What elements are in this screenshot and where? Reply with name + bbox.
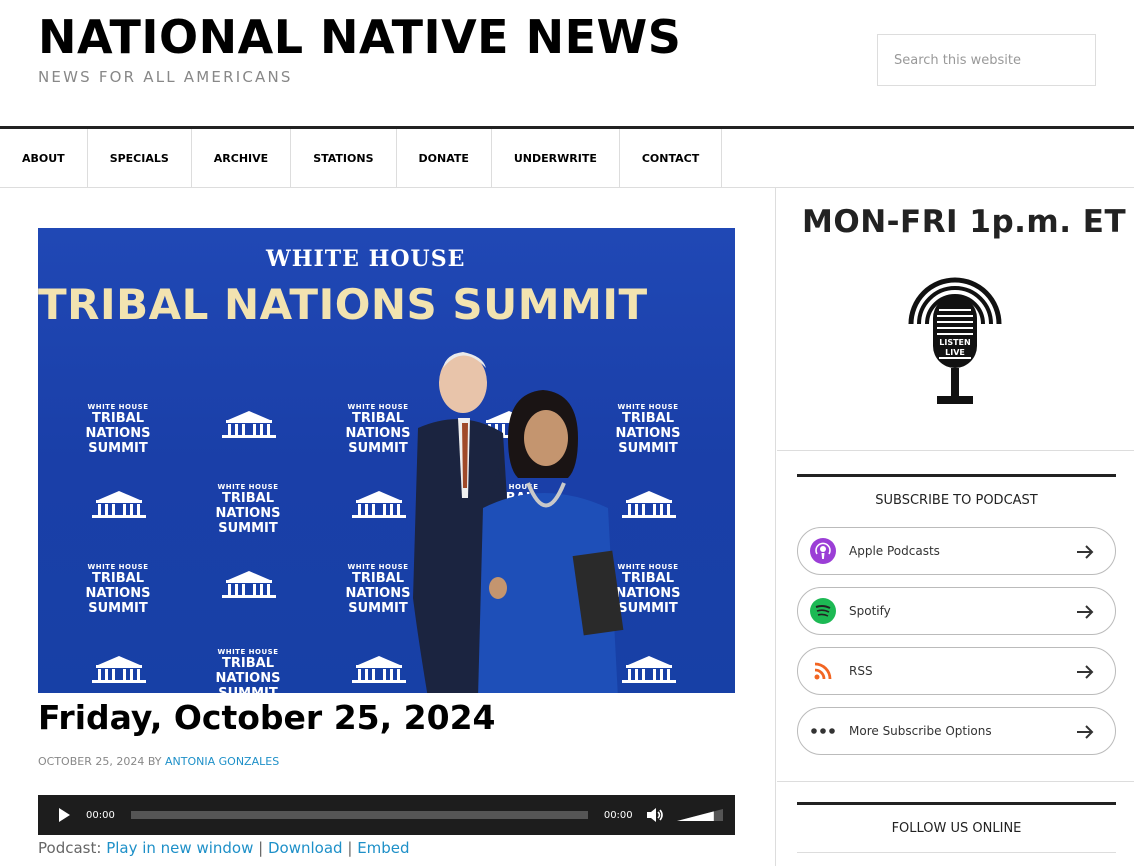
white-house-icon (92, 656, 146, 683)
site-tagline: NEWS FOR ALL AMERICANS (38, 68, 293, 86)
sidebar: MON-FRI 1p.m. ET LISTEN LIVE SUBSCRIBE T… (777, 188, 1134, 866)
volume-slider[interactable] (675, 805, 725, 825)
summit-logo-line2: SUMMIT (88, 441, 148, 456)
arrow-right-icon (1077, 545, 1094, 559)
separator: | (347, 839, 353, 857)
play-button[interactable] (54, 805, 74, 825)
summit-logo-line2: SUMMIT (88, 601, 148, 616)
volume-level (676, 809, 723, 821)
follow-title: FOLLOW US ONLINE (891, 821, 1022, 836)
search-input[interactable] (877, 34, 1096, 86)
nav-item-archive[interactable]: ARCHIVE (192, 129, 292, 187)
nav-item-underwrite[interactable]: UNDERWRITE (492, 129, 620, 187)
follow-widget: FOLLOW US ONLINE (797, 802, 1116, 862)
spotify-icon (810, 598, 836, 624)
summit-logo-line1: TRIBAL NATIONS (215, 656, 281, 686)
primary-nav: ABOUT SPECIALS ARCHIVE STATIONS DONATE U… (0, 126, 1134, 188)
summit-logo-small: WHITE HOUSE (87, 563, 149, 571)
broadcast-schedule: MON-FRI 1p.m. ET (802, 204, 1127, 240)
duration-time: 00:00 (603, 809, 633, 821)
widget-title-bar (797, 474, 1116, 477)
summit-logo: WHITE HOUSETRIBAL NATIONSSUMMIT (198, 648, 298, 693)
person-silhouette (478, 390, 624, 693)
mute-button[interactable] (645, 805, 665, 825)
main-content: WHITE HOUSE TRIBAL NATIONS SUMMIT WHITE … (0, 188, 776, 866)
white-house-icon (92, 491, 146, 518)
subscribe-more-options-button[interactable]: More Subscribe Options (797, 707, 1116, 755)
hero-big-title: TRIBAL NATIONS SUMMIT (38, 280, 648, 329)
white-house-icon (222, 411, 276, 438)
nav-item-donate[interactable]: DONATE (397, 129, 492, 187)
summit-logo-line1: TRIBAL NATIONS (85, 571, 151, 601)
apple-podcasts-icon (810, 538, 836, 564)
mic-label-line1: LISTEN (939, 338, 970, 347)
audio-player: 00:00 00:00 (38, 795, 735, 835)
summit-logo: WHITE HOUSETRIBAL NATIONSSUMMIT (68, 563, 168, 616)
summit-logo-line1: TRIBAL NATIONS (215, 491, 281, 521)
summit-logo-line2: SUMMIT (218, 521, 278, 536)
summit-logo: WHITE HOUSETRIBAL NATIONSSUMMIT (198, 483, 298, 536)
play-new-window-link[interactable]: Play in new window (106, 839, 253, 857)
nav-item-specials[interactable]: SPECIALS (88, 129, 192, 187)
nav-item-about[interactable]: ABOUT (0, 129, 88, 187)
summit-logo-small: WHITE HOUSE (217, 648, 279, 656)
nav-item-contact[interactable]: CONTACT (620, 129, 723, 187)
post-author-link[interactable]: ANTONIA GONZALES (165, 755, 279, 768)
widget-title-bar (797, 802, 1116, 805)
post-title[interactable]: Friday, October 25, 2024 (38, 698, 496, 737)
current-time: 00:00 (86, 809, 115, 821)
arrow-right-icon (1077, 725, 1094, 739)
podcast-prefix: Podcast: (38, 839, 102, 857)
mic-label-line2: LIVE (945, 348, 965, 357)
summit-logo-line2: SUMMIT (198, 686, 298, 693)
summit-logo-small: WHITE HOUSE (87, 403, 149, 411)
summit-logo: WHITE HOUSETRIBAL NATIONSSUMMIT (68, 403, 168, 456)
subscribe-widget: SUBSCRIBE TO PODCAST Apple Podcasts Spot… (797, 474, 1116, 774)
subscribe-spotify-button[interactable]: Spotify (797, 587, 1116, 635)
subscribe-title: SUBSCRIBE TO PODCAST (875, 493, 1038, 508)
embed-link[interactable]: Embed (357, 839, 409, 857)
subscribe-option-label: More Subscribe Options (849, 724, 992, 738)
featured-image[interactable]: WHITE HOUSE TRIBAL NATIONS SUMMIT WHITE … (38, 228, 735, 693)
post-by: BY (147, 755, 162, 768)
divider (797, 852, 1116, 853)
podcast-links: Podcast: Play in new window | Download |… (38, 839, 410, 857)
summit-logo-line1: TRIBAL NATIONS (85, 411, 151, 441)
download-link[interactable]: Download (268, 839, 343, 857)
subscribe-option-label: RSS (849, 664, 873, 678)
post-meta: OCTOBER 25, 2024 BY ANTONIA GONZALES (38, 755, 279, 768)
divider (777, 450, 1134, 451)
site-title[interactable]: NATIONAL NATIVE NEWS (38, 10, 681, 64)
separator: | (258, 839, 264, 857)
subscribe-apple-podcasts-button[interactable]: Apple Podcasts (797, 527, 1116, 575)
post-date: OCTOBER 25, 2024 (38, 755, 145, 768)
hero-small-title: WHITE HOUSE (266, 246, 466, 272)
play-icon (59, 808, 70, 822)
arrow-right-icon (1077, 665, 1094, 679)
more-dots-icon (810, 718, 836, 744)
subscribe-option-label: Apple Podcasts (849, 544, 940, 558)
rss-icon (810, 658, 836, 684)
divider (777, 781, 1134, 782)
subscribe-rss-button[interactable]: RSS (797, 647, 1116, 695)
arrow-right-icon (1077, 605, 1094, 619)
nav-item-stations[interactable]: STATIONS (291, 129, 397, 187)
site-header: NATIONAL NATIVE NEWS NEWS FOR ALL AMERIC… (0, 0, 1134, 126)
summit-logo-small: WHITE HOUSE (217, 483, 279, 491)
volume-icon (646, 808, 663, 822)
listen-live-microphone-icon[interactable]: LISTEN LIVE (903, 262, 1007, 408)
subscribe-option-label: Spotify (849, 604, 891, 618)
white-house-icon (222, 571, 276, 598)
progress-bar[interactable] (130, 811, 588, 819)
